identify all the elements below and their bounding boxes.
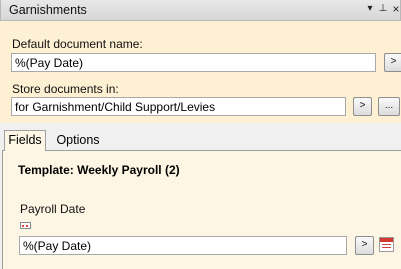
garnishments-panel: Garnishments ▾ ⊥ × Default document name… bbox=[0, 0, 401, 269]
browse-button[interactable]: ... bbox=[378, 97, 400, 116]
default-document-name-label: Default document name: bbox=[12, 37, 143, 51]
payroll-date-label: Payroll Date bbox=[20, 202, 86, 216]
panel-title-bar: Garnishments ▾ ⊥ × bbox=[0, 0, 401, 21]
dropdown-icon[interactable]: ▾ bbox=[364, 2, 376, 16]
date-field-icon bbox=[20, 222, 31, 229]
close-icon[interactable]: × bbox=[390, 2, 401, 16]
template-title: Template: Weekly Payroll (2) bbox=[18, 163, 180, 177]
store-documents-in-input[interactable]: for Garnishment/Child Support/Levies bbox=[11, 97, 346, 116]
calendar-icon[interactable] bbox=[379, 237, 394, 252]
payroll-date-insert-button[interactable]: > bbox=[355, 236, 374, 255]
panel-title: Garnishments bbox=[9, 3, 87, 17]
default-document-name-insert-button[interactable]: > bbox=[384, 53, 401, 72]
store-documents-insert-button[interactable]: > bbox=[353, 97, 372, 116]
store-documents-in-label: Store documents in: bbox=[12, 82, 119, 96]
tab-options[interactable]: Options bbox=[50, 131, 106, 150]
payroll-date-input[interactable]: %(Pay Date) bbox=[19, 236, 347, 255]
pin-icon[interactable]: ⊥ bbox=[377, 2, 389, 16]
tab-fields[interactable]: Fields bbox=[4, 130, 46, 151]
default-document-name-input[interactable]: %(Pay Date) bbox=[11, 53, 376, 72]
